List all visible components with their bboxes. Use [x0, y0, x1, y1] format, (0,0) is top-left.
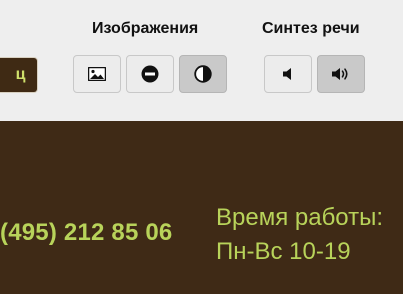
- speech-on-button[interactable]: [317, 55, 365, 93]
- image-icon: [88, 67, 106, 81]
- speech-off-button[interactable]: [264, 55, 312, 93]
- images-off-button[interactable]: [126, 55, 174, 93]
- color-scheme-button[interactable]: ц: [0, 57, 38, 93]
- speech-group-title: Синтез речи: [262, 20, 360, 37]
- contrast-icon: [194, 65, 212, 83]
- phone-number[interactable]: (495) 212 85 06: [0, 219, 172, 247]
- speaker-mute-icon: [282, 67, 294, 81]
- color-scheme-label: ц: [15, 66, 26, 83]
- no-entry-icon: [141, 65, 159, 83]
- images-grayscale-button[interactable]: [179, 55, 227, 93]
- images-group-title: Изображения: [92, 20, 199, 37]
- working-hours-value: Пн-Вс 10-19: [216, 238, 351, 265]
- speaker-volume-icon: [331, 66, 351, 82]
- images-on-button[interactable]: [73, 55, 121, 93]
- accessibility-toolbar: ц Изображения Синтез речи: [0, 0, 403, 121]
- working-hours-title: Время работы:: [216, 204, 384, 231]
